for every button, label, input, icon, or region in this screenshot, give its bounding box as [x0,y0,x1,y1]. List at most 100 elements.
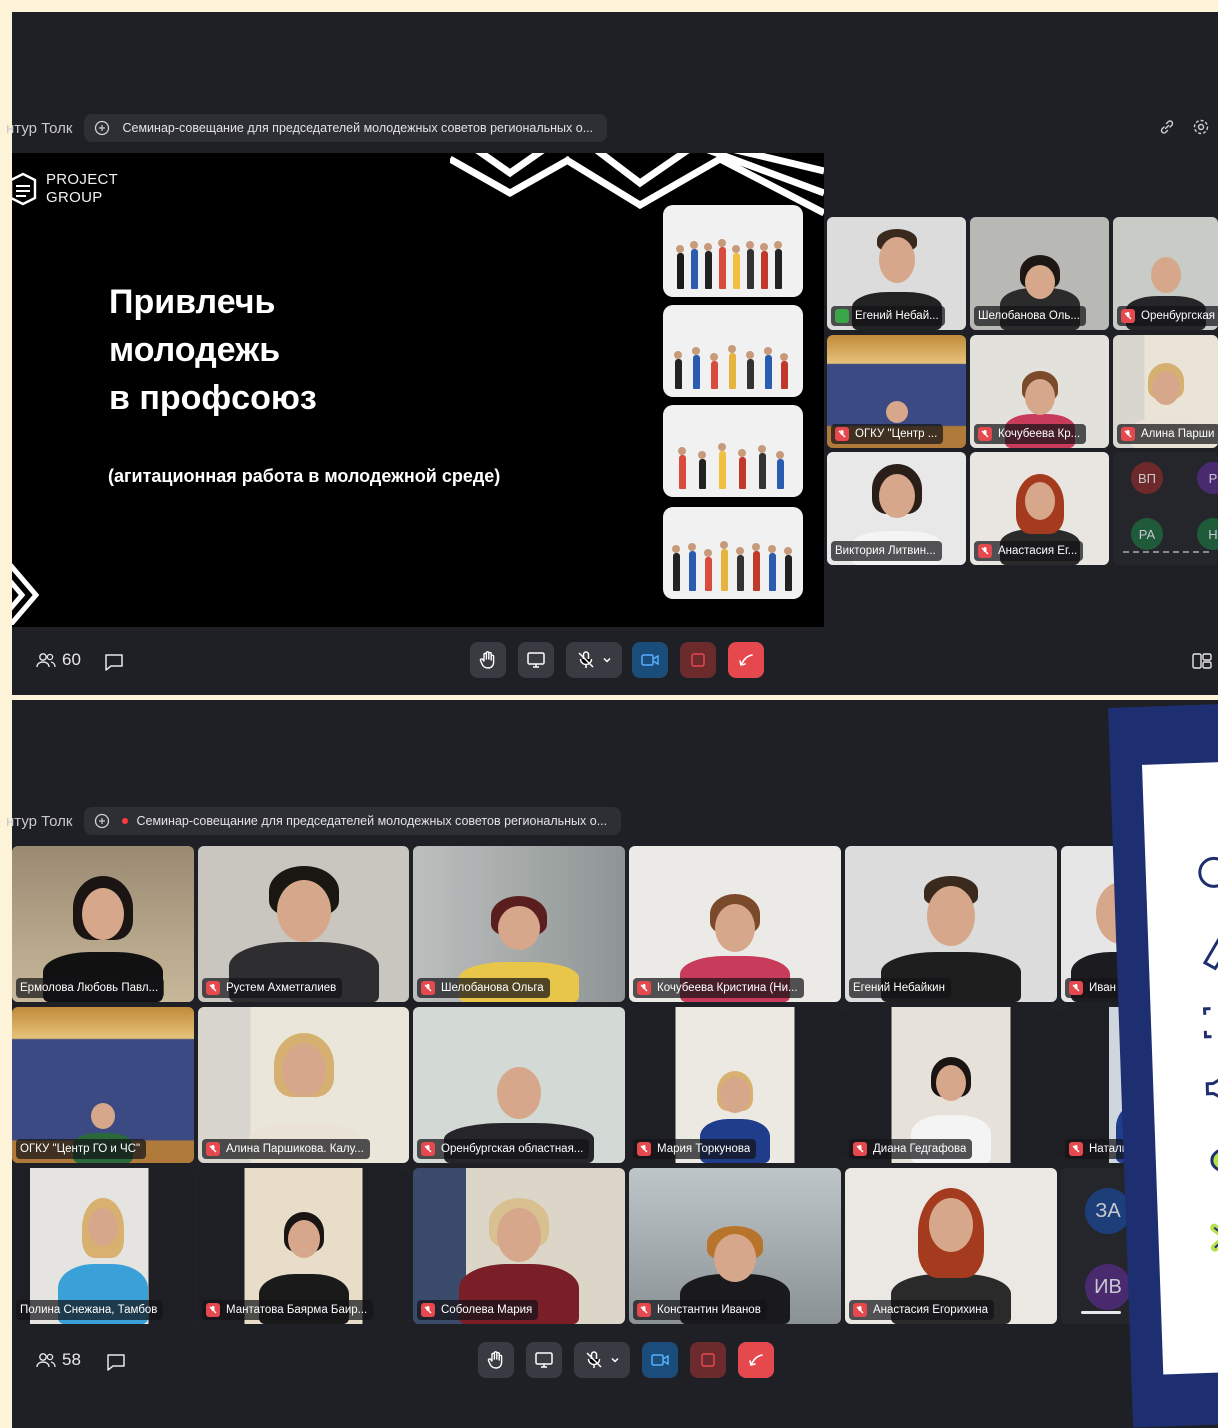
screen-share-button[interactable] [526,1342,562,1378]
pager-indicator[interactable] [1081,1311,1121,1314]
participant-tile[interactable]: Рустем Ахметгалиев [198,846,409,1002]
participant-grid-more[interactable]: ВП Р РА Н [1113,452,1218,565]
top-bar: нтур Толк Семинар-совещание для председа… [6,806,622,836]
document-icon [1202,938,1218,971]
project-group-logo: PROJECT GROUP [12,171,118,207]
participant-tile[interactable]: Соболева Мария [413,1168,625,1324]
meeting-title-pill[interactable]: Семинар-совещание для председателей моло… [84,114,608,142]
decorative-chevron [12,563,40,625]
participant-tile[interactable]: Алина Парши [1113,335,1218,448]
participant-name-label: Соболева Мария [417,1300,539,1320]
monitor-icon [527,652,545,668]
participant-tile[interactable]: Анастасия Егорихина [845,1168,1057,1324]
microphone-toggle-button[interactable] [574,1342,630,1378]
participant-name-label: ОГКУ "Центр ... [831,424,944,444]
participant-initials: ИВ [1085,1264,1131,1310]
end-call-button[interactable] [738,1342,774,1378]
participant-initials: Н [1197,518,1218,550]
cross-icon [1210,1222,1218,1252]
chat-icon[interactable] [104,653,124,671]
top-bar: нтур Толк Семинар-совещание для председа… [6,113,608,143]
link-icon[interactable] [1158,118,1176,136]
participant-tile[interactable]: Алина Паршикова. Калу... [198,1007,409,1163]
layout-switch-icon[interactable] [1192,652,1212,670]
participant-name-label: Анастасия Егорихина [849,1300,995,1320]
participant-name-label: Ермолова Любовь Павл... [16,978,165,998]
participant-tile-active-speaker[interactable]: Виктория Литвин... [827,452,966,565]
mic-off-icon [421,1142,435,1156]
participant-tile[interactable]: Шелобанова Оль... [970,217,1109,330]
raise-hand-button[interactable] [470,642,506,678]
participant-tile[interactable]: Оренбургская областная... [413,1007,625,1163]
participant-initials: РА [1131,518,1163,550]
participant-tile[interactable]: Кочубеева Кристина (Ни... [629,846,841,1002]
participant-tile[interactable]: Мантатова Баярма Баир... [198,1168,409,1324]
participant-initials: ВП [1131,462,1163,494]
participant-tile[interactable]: Анастасия Ег... [970,452,1109,565]
project-group-logo-icon [12,172,37,206]
stop-icon [691,653,705,667]
mic-off-icon [206,981,220,995]
phone-hangup-icon [739,654,753,666]
participant-name-label: Кочубеева Кр... [974,424,1087,444]
chat-icon[interactable] [106,1353,126,1371]
people-icon [36,653,56,668]
meeting-title-pill[interactable]: Семинар-совещание для председателей моло… [84,807,622,835]
end-call-button[interactable] [728,642,764,678]
participants-count: 58 [62,1350,81,1369]
mic-off-icon [1069,1142,1083,1156]
mic-off-icon [978,427,992,441]
participant-tile[interactable]: Шелобанова Ольга [413,846,625,1002]
participants-button[interactable]: 58 [36,1350,81,1370]
chat-icon [835,309,849,323]
mic-off-icon [206,1303,220,1317]
circle-icon [1198,856,1218,888]
pager-dots[interactable] [1123,551,1213,553]
slide-title-line-1: Привлечь [109,283,276,321]
screen-share-button[interactable] [518,642,554,678]
team-photo [663,305,803,397]
mic-off-icon [586,1351,602,1368]
mic-off-icon [835,427,849,441]
hand-icon [487,1351,503,1369]
globe-lock-icon [95,120,110,136]
participants-count: 60 [62,650,81,669]
camera-toggle-button[interactable] [632,642,668,678]
participant-tile[interactable]: Оренбургская [1113,217,1218,330]
recording-dot-icon [122,818,129,824]
record-button[interactable] [680,642,716,678]
camera-toggle-button[interactable] [642,1342,678,1378]
participant-tile[interactable]: ОГКУ "Центр ... [827,335,966,448]
hand-icon [479,651,495,669]
participant-name-label: Мария Торкунова [633,1139,757,1159]
participant-tile[interactable]: Полина Снежана, Тамбов [12,1168,194,1324]
meeting-title: Семинар-совещание для председателей моло… [122,121,594,135]
participant-tile-active-speaker[interactable]: Егений Небайкин [845,846,1057,1002]
record-button[interactable] [690,1342,726,1378]
participant-tile[interactable]: Диана Гедгафова [845,1007,1057,1163]
participant-tile[interactable]: Ермолова Любовь Павл... [12,846,194,1002]
microphone-toggle-button[interactable] [566,642,622,678]
slide-title: Привлечь молодежь в профсоюз [109,278,609,422]
participant-name-label: Мантатова Баярма Баир... [202,1300,374,1320]
camera-icon [641,654,659,666]
chevron-down-icon [603,657,611,663]
participant-tile[interactable]: Кочубеева Кр... [970,335,1109,448]
participant-name-label: Диана Гедгафова [849,1139,973,1159]
mic-off-icon [421,1303,435,1317]
presentation-slide: PROJECT GROUP Привлечь молодежь в профсо… [12,153,824,627]
participant-tile[interactable]: Егений Небай... [827,217,966,330]
phone-hangup-icon [749,1354,763,1366]
participant-tile[interactable]: Мария Торкунова [629,1007,841,1163]
gear-icon[interactable] [1192,118,1210,136]
raise-hand-button[interactable] [478,1342,514,1378]
participant-name-label: Оренбургская [1117,306,1218,326]
participant-initials: Р [1197,462,1218,494]
participant-tile[interactable]: Константин Иванов [629,1168,841,1324]
team-photo [663,507,803,599]
mic-off-icon [637,1142,651,1156]
slide-title-line-3: в профсоюз [109,379,317,417]
participant-tile[interactable]: ОГКУ "Центр ГО и ЧС" [12,1007,194,1163]
participants-button[interactable]: 60 [36,650,81,670]
top-right-icons [1158,118,1210,136]
